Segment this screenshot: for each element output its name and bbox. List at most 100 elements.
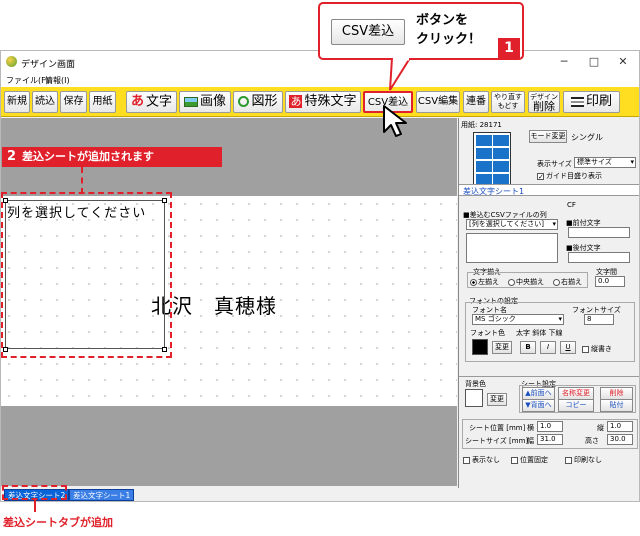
no-print-checkbox[interactable]: 印刷なし bbox=[565, 455, 602, 465]
display-size-select[interactable]: 標準サイズ ▾ bbox=[574, 157, 636, 168]
style-label: 太字 斜体 下線 bbox=[516, 329, 563, 337]
paper-button[interactable]: 用紙 bbox=[89, 91, 116, 113]
size-h-label: 高さ bbox=[585, 437, 599, 445]
label-preview bbox=[473, 132, 511, 188]
callout-pointer bbox=[389, 58, 412, 91]
align-center-radio[interactable]: 中央揃え bbox=[508, 277, 544, 287]
image-button[interactable]: 画像 bbox=[179, 91, 231, 113]
save-button[interactable]: 保存 bbox=[60, 91, 87, 113]
suffix-input[interactable] bbox=[568, 252, 630, 263]
toolbar: 新規 読込 保存 用紙 あ文字 画像 図形 あ特殊文字 CSV差込 CSV編集 … bbox=[1, 87, 639, 117]
step-2-text: 差込シートが追加されます bbox=[22, 150, 155, 163]
minimize-button[interactable]: ─ bbox=[551, 54, 577, 70]
maximize-button[interactable]: □ bbox=[581, 54, 607, 70]
position-label: シート位置 [mm] bbox=[469, 424, 526, 432]
step-2-number: 2 bbox=[7, 149, 17, 164]
close-button[interactable]: ✕ bbox=[610, 54, 636, 70]
text-button-label: 文字 bbox=[146, 94, 173, 110]
tab-connector bbox=[34, 500, 36, 512]
print-button[interactable]: 印刷 bbox=[563, 91, 620, 113]
copy-button[interactable]: コピー bbox=[558, 399, 594, 412]
display-size-label: 表示サイズ bbox=[537, 160, 572, 168]
pos-x-input[interactable]: 1.0 bbox=[537, 421, 563, 432]
align-left-radio[interactable]: 左揃え bbox=[470, 277, 499, 287]
size-label: シートサイズ [mm] bbox=[465, 437, 529, 445]
step-1-badge: 1 bbox=[498, 38, 520, 58]
print-label: 印刷 bbox=[585, 94, 612, 109]
size-h-input[interactable]: 30.0 bbox=[607, 434, 633, 445]
callout-csv-button: CSV差込 bbox=[331, 19, 405, 45]
csv-column-list[interactable] bbox=[466, 233, 558, 263]
sheet-name-bar: 差込文字シート1 bbox=[459, 184, 639, 196]
shape-button[interactable]: 図形 bbox=[233, 91, 283, 113]
image-button-label: 画像 bbox=[199, 94, 226, 109]
serial-button[interactable]: 連番 bbox=[463, 91, 489, 113]
underline-button[interactable]: U bbox=[560, 341, 576, 354]
font-size-input[interactable]: 8 bbox=[584, 314, 614, 325]
vertical-checkbox[interactable]: 縦書き bbox=[582, 344, 612, 354]
callout-line2: クリック！ bbox=[416, 32, 482, 47]
italic-button[interactable]: I bbox=[540, 341, 556, 354]
window-title: デザイン画面 bbox=[21, 60, 76, 70]
text-button[interactable]: あ文字 bbox=[126, 91, 177, 113]
spacing-input[interactable]: 0.0 bbox=[595, 276, 625, 287]
guide-checkbox[interactable]: ✓ ガイド目盛り表示 bbox=[537, 171, 602, 181]
font-color-label: フォント色 bbox=[470, 329, 505, 337]
send-back-button[interactable]: ▼背面へ bbox=[522, 399, 555, 412]
font-color-change-button[interactable]: 変更 bbox=[492, 341, 512, 354]
mouse-cursor-icon bbox=[383, 105, 407, 137]
pos-x-label: 横 bbox=[527, 424, 534, 432]
special-char-button[interactable]: あ特殊文字 bbox=[285, 91, 361, 113]
paper-label: 用紙: 28171 bbox=[461, 121, 502, 129]
open-button[interactable]: 読込 bbox=[32, 91, 58, 113]
pos-y-input[interactable]: 1.0 bbox=[607, 421, 633, 432]
app-icon bbox=[6, 56, 17, 67]
csv-settings: ■差込むCSVファイルの列 [列を選択してください] ▾ ■前付文字 ■後付文字 bbox=[462, 210, 638, 263]
printer-icon bbox=[570, 96, 584, 107]
step-2-connector bbox=[81, 167, 83, 194]
bold-button[interactable]: B bbox=[520, 341, 536, 354]
sheet-tab-1[interactable]: 差込文字シート1 bbox=[69, 489, 135, 501]
shape-button-label: 図形 bbox=[251, 94, 278, 109]
prefix-input[interactable] bbox=[568, 227, 630, 238]
menu-bar: ファイル(F) 情報(I) bbox=[1, 73, 639, 87]
sheet-tab-bar: 差込文字シート2 差込文字シート1 bbox=[1, 488, 639, 501]
redo-undo-button[interactable]: やり直す もどす bbox=[491, 91, 525, 113]
bg-color-change-button[interactable]: 変更 bbox=[487, 393, 507, 406]
special-a-icon: あ bbox=[289, 95, 303, 108]
canvas-background-bottom bbox=[1, 406, 457, 486]
bg-color-label: 背景色 bbox=[465, 380, 486, 388]
pos-y-label: 縦 bbox=[597, 424, 604, 432]
menu-info[interactable]: 情報(I) bbox=[45, 75, 70, 86]
callout-line1: ボタンを bbox=[416, 13, 469, 28]
font-color-swatch bbox=[472, 339, 488, 355]
font-group: フォント名 MS ゴシック ▾ フォントサイズ 8 フォント色 変更 太字 斜体 … bbox=[465, 302, 635, 362]
align-right-radio[interactable]: 右揃え bbox=[553, 277, 582, 287]
csv-edit-button[interactable]: CSV編集 bbox=[416, 91, 460, 113]
align-group: 左揃え 中央揃え 右揃え bbox=[467, 272, 588, 288]
design-delete-button[interactable]: デザイン 削除 bbox=[528, 91, 560, 113]
csv-column-select[interactable]: [列を選択してください] ▾ bbox=[466, 219, 558, 230]
menu-file[interactable]: ファイル(F) bbox=[6, 75, 49, 86]
mode-change-button[interactable]: モード変更 bbox=[529, 130, 567, 143]
landscape-icon bbox=[183, 96, 198, 107]
special-char-label: 特殊文字 bbox=[304, 94, 357, 109]
undo-label: もどす bbox=[497, 102, 519, 110]
bg-color-swatch bbox=[465, 389, 483, 407]
font-name-select[interactable]: MS ゴシック ▾ bbox=[472, 314, 564, 325]
paste-button[interactable]: 貼付 bbox=[600, 399, 633, 412]
redo-label: やり直す bbox=[494, 93, 522, 101]
new-tab-highlight bbox=[2, 485, 67, 500]
new-sheet-highlight bbox=[1, 192, 172, 358]
hide-checkbox[interactable]: 表示なし bbox=[463, 455, 500, 465]
lock-position-checkbox[interactable]: 位置固定 bbox=[511, 455, 548, 465]
position-group: シート位置 [mm] 横 1.0 縦 1.0 シートサイズ [mm] 幅 31.… bbox=[462, 419, 638, 449]
new-button[interactable]: 新規 bbox=[4, 91, 30, 113]
text-a-icon: あ bbox=[130, 94, 144, 109]
circle-icon bbox=[238, 96, 250, 107]
callout-click-csv: CSV差込 ボタンを クリック！ 1 bbox=[318, 2, 524, 60]
sheet-name: 差込文字シート1 bbox=[463, 187, 525, 196]
size-w-input[interactable]: 31.0 bbox=[537, 434, 563, 445]
cf-label: CF bbox=[567, 201, 576, 209]
size-w-label: 幅 bbox=[527, 437, 534, 445]
